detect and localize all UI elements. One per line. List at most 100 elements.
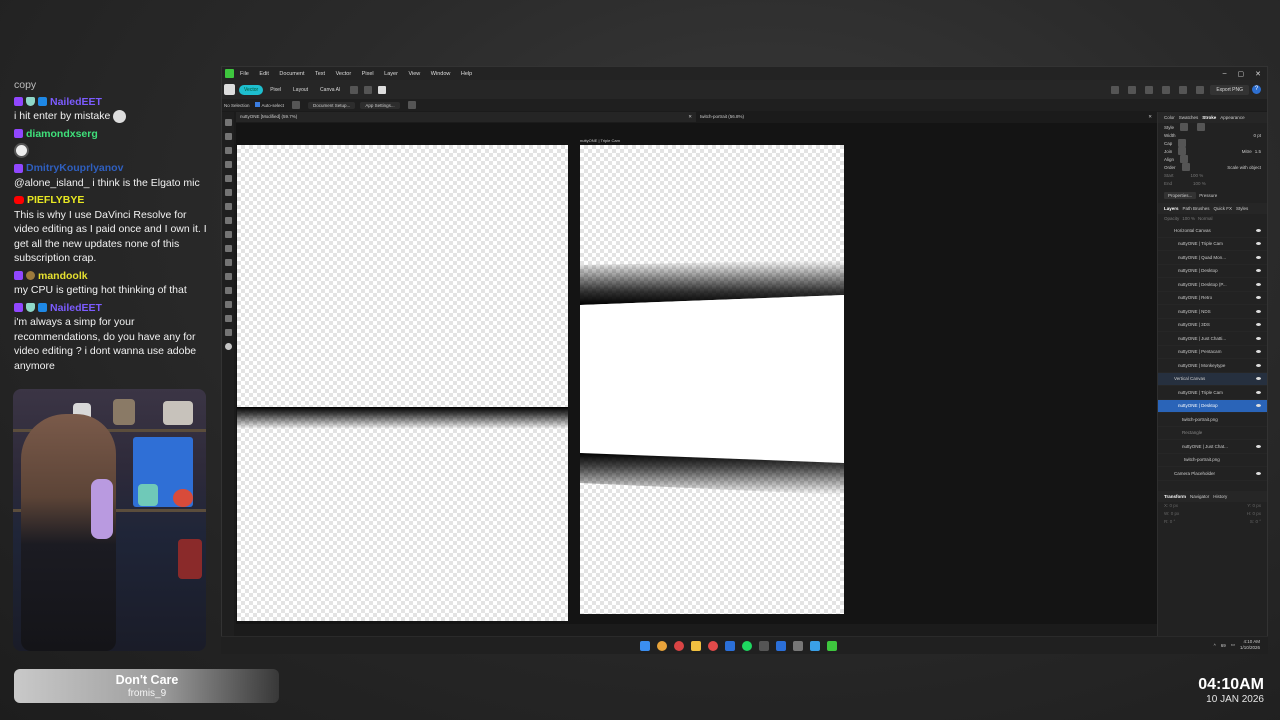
align-icon[interactable] <box>1180 155 1189 163</box>
menu-vector[interactable]: Vector <box>336 71 352 77</box>
menu-edit[interactable]: Edit <box>259 71 268 77</box>
stroke-style-icon[interactable] <box>1180 123 1189 131</box>
menu-layer[interactable]: Layer <box>384 71 398 77</box>
move-tool-icon[interactable] <box>224 119 232 126</box>
layer-row[interactable]: nuttyONE | Retro <box>1158 292 1267 305</box>
layer-row[interactable]: nuttyONE | Just Chatti... <box>1158 332 1267 346</box>
layer-row[interactable]: nuttyONE | NDS <box>1158 305 1267 319</box>
pencil-tool-icon[interactable] <box>224 189 232 196</box>
layer-row[interactable]: nuttyONE | Just Chat... <box>1158 440 1267 454</box>
tab-transform[interactable]: Transform <box>1164 494 1186 499</box>
app-icon[interactable] <box>708 641 718 651</box>
undo-icon[interactable] <box>1196 85 1205 94</box>
corner-tool-icon[interactable] <box>224 161 232 168</box>
eye-icon[interactable] <box>1256 390 1261 394</box>
chevron-up-icon[interactable]: ^ <box>1214 643 1216 648</box>
eyedropper-tool-icon[interactable] <box>224 301 232 308</box>
lock-icon[interactable] <box>1179 85 1188 94</box>
zoom-tool-icon[interactable] <box>224 329 232 336</box>
start-icon[interactable] <box>640 641 650 651</box>
maximize-icon[interactable]: ▢ <box>1238 70 1245 78</box>
tab-navigator[interactable]: Navigator <box>1190 494 1209 499</box>
app-icon[interactable] <box>725 641 735 651</box>
persona-layout[interactable]: Layout <box>288 85 313 95</box>
properties-button[interactable]: Properties... <box>1164 191 1197 199</box>
document-setup-button[interactable]: Document Setup... <box>308 101 356 109</box>
more-icon[interactable] <box>350 85 359 94</box>
file-explorer-icon[interactable] <box>691 641 701 651</box>
snap-icon[interactable] <box>1111 85 1120 94</box>
layer-row[interactable]: Vertical Canvas <box>1158 372 1267 386</box>
transparency-tool-icon[interactable] <box>224 287 232 294</box>
browser-icon[interactable] <box>657 641 667 651</box>
artboard-tool-icon[interactable] <box>224 133 232 140</box>
mitre-value[interactable]: 1.5 <box>1255 149 1261 154</box>
home-icon[interactable] <box>224 84 235 95</box>
select-mode-icon[interactable] <box>292 101 301 109</box>
persona-pixel[interactable]: Pixel <box>265 85 286 95</box>
boolean-icon[interactable] <box>364 85 373 94</box>
layer-row[interactable]: nuttyONE | Desktop <box>1158 265 1267 278</box>
tab-history[interactable]: History <box>1213 494 1227 499</box>
gear-icon[interactable] <box>407 101 416 109</box>
menu-document[interactable]: Document <box>279 71 304 77</box>
menu-text[interactable]: Text <box>315 71 325 77</box>
eye-icon[interactable] <box>1256 404 1261 408</box>
eye-icon[interactable] <box>1256 282 1261 286</box>
stroke-width-value[interactable]: 0 pt <box>1253 133 1261 138</box>
layer-row[interactable]: nuttyONE | Triple Cam <box>1158 386 1267 400</box>
export-button[interactable]: Export PNG <box>1210 84 1249 95</box>
pen-tool-icon[interactable] <box>224 175 232 182</box>
close-doc-icon[interactable] <box>378 85 387 94</box>
auto-select-toggle[interactable]: Auto-select <box>254 102 284 108</box>
doc-tab[interactable]: nuttyONE [Modified] (59.7%) ✕ <box>236 112 696 122</box>
eye-icon[interactable] <box>1256 444 1261 448</box>
eye-icon[interactable] <box>1256 377 1261 381</box>
eye-icon[interactable] <box>1256 471 1261 475</box>
tab-swatches[interactable]: Swatches <box>1179 115 1199 120</box>
join-icon[interactable] <box>1178 147 1187 155</box>
tab-appearance[interactable]: Appearance <box>1220 115 1244 120</box>
menu-window[interactable]: Window <box>431 71 451 77</box>
eye-icon[interactable] <box>1256 269 1261 273</box>
canvas[interactable]: nuttyONE | Triple Cam <box>236 123 1158 624</box>
layer-row[interactable]: nuttyONE | Quad Mon... <box>1158 251 1267 265</box>
layer-row[interactable]: nuttyONE | 3DS <box>1158 319 1267 332</box>
close-tab-icon[interactable]: ✕ <box>1148 114 1152 120</box>
tab-color[interactable]: Color <box>1164 115 1175 120</box>
eye-icon[interactable] <box>1256 309 1261 313</box>
place-tool-icon[interactable] <box>224 273 232 280</box>
tray-clock[interactable]: 4:10 AM 1/10/2026 <box>1240 639 1260 651</box>
text-tool-icon[interactable] <box>224 245 232 252</box>
tab-layers[interactable]: Layers <box>1164 206 1179 211</box>
spotify-icon[interactable] <box>742 641 752 651</box>
eye-icon[interactable] <box>1256 242 1261 246</box>
stroke-style-icon[interactable] <box>1197 123 1206 131</box>
tab-styles[interactable]: Styles <box>1236 206 1248 211</box>
layer-row[interactable]: twitch-portrait.png <box>1158 454 1267 467</box>
order-icon[interactable] <box>1181 163 1190 171</box>
artboard-horizontal[interactable] <box>237 145 568 621</box>
view-icon[interactable] <box>1162 85 1171 94</box>
brush-tool-icon[interactable] <box>224 203 232 210</box>
menu-file[interactable]: File <box>240 71 249 77</box>
minimize-icon[interactable]: – <box>1223 70 1227 78</box>
arrange-icon[interactable] <box>1128 85 1137 94</box>
layer-row[interactable]: nuttyONE | Monkeytype <box>1158 359 1267 373</box>
layer-row[interactable]: Rectangle <box>1158 427 1267 440</box>
app-icon[interactable] <box>759 641 769 651</box>
hand-tool-icon[interactable] <box>224 315 232 322</box>
eye-icon[interactable] <box>1256 296 1261 300</box>
menu-help[interactable]: Help <box>461 71 472 77</box>
eye-icon[interactable] <box>1256 336 1261 340</box>
scale-with-object[interactable]: Scale with object <box>1227 165 1261 170</box>
layer-row[interactable]: nuttyONE | Triple Cam <box>1158 238 1267 251</box>
cap-icon[interactable] <box>1178 139 1187 147</box>
layer-row[interactable]: nuttyONE | Pentacam <box>1158 346 1267 359</box>
app-settings-button[interactable]: App Settings... <box>360 101 400 109</box>
affinity-icon[interactable] <box>827 641 837 651</box>
persona-canva-ai[interactable]: Canva AI <box>315 85 345 95</box>
color-swatch-icon[interactable] <box>224 343 232 350</box>
opacity-value[interactable]: 100 % <box>1182 216 1195 221</box>
crop-tool-icon[interactable] <box>224 259 232 266</box>
